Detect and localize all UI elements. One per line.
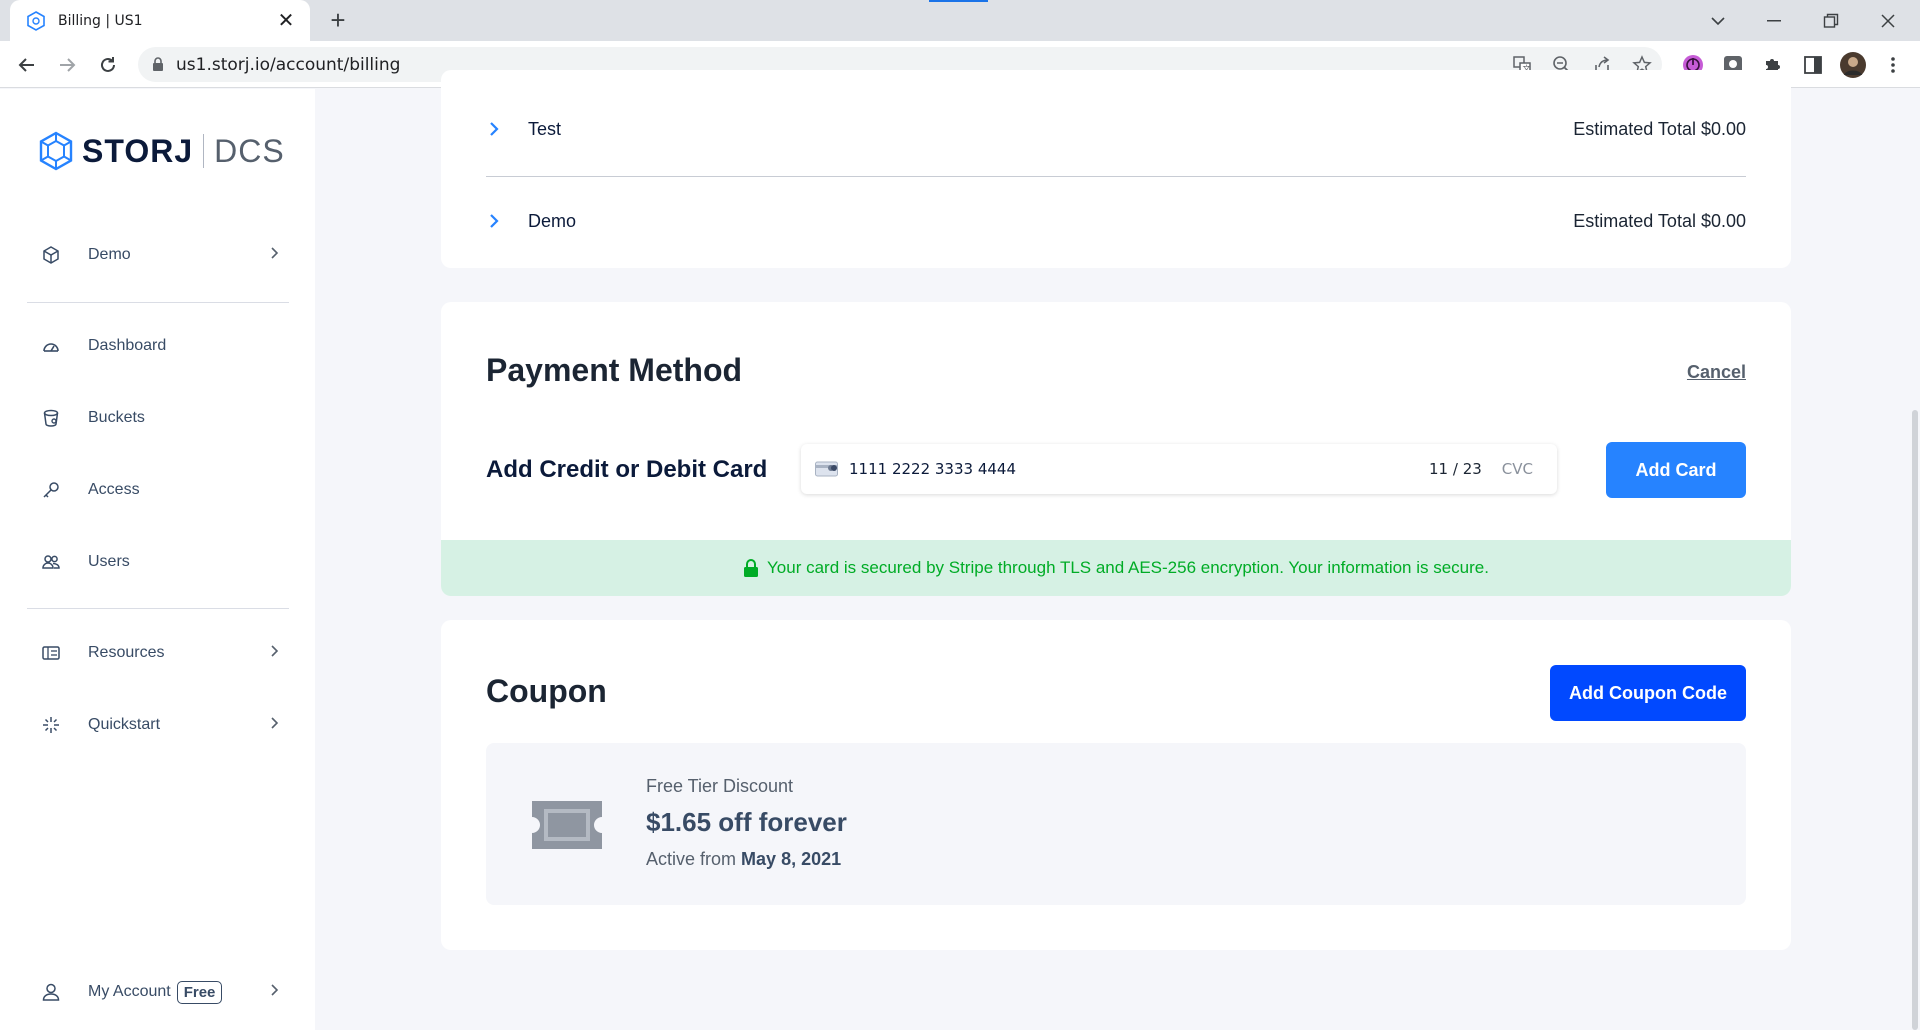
profile-avatar[interactable] bbox=[1838, 50, 1868, 80]
add-card-button[interactable]: Add Card bbox=[1606, 442, 1746, 498]
sidebar-item-access[interactable]: Access bbox=[0, 465, 315, 515]
new-tab-button[interactable]: + bbox=[325, 7, 351, 34]
close-window-icon[interactable] bbox=[1860, 0, 1916, 41]
coupon-card: Coupon Add Coupon Code Free Tier Discoun… bbox=[441, 620, 1791, 950]
project-estimated-total: Estimated Total $0.00 bbox=[1573, 118, 1746, 139]
chevron-right-icon bbox=[271, 984, 279, 996]
card-cvc-placeholder[interactable]: CVC bbox=[1502, 460, 1533, 478]
key-icon bbox=[40, 479, 62, 501]
storj-favicon-icon bbox=[27, 10, 45, 31]
forward-icon[interactable] bbox=[51, 49, 83, 81]
storj-logo-icon bbox=[39, 131, 73, 171]
project-estimated-total: Estimated Total $0.00 bbox=[1573, 210, 1746, 231]
brand-name: STORJ bbox=[82, 132, 194, 169]
browser-menu-icon[interactable] bbox=[1878, 50, 1908, 80]
sidebar-item-dashboard[interactable]: Dashboard bbox=[0, 321, 315, 371]
card-number-field[interactable]: 1111 2222 3333 4444 11 / 23 CVC bbox=[801, 444, 1557, 494]
product-name: DCS bbox=[214, 132, 285, 169]
project-selector[interactable]: Demo bbox=[0, 230, 315, 280]
sidebar-divider bbox=[27, 608, 289, 609]
payment-method-card: Payment Method Cancel Add Credit or Debi… bbox=[441, 302, 1791, 596]
sidebar-item-label: Resources bbox=[88, 644, 165, 661]
sidebar-item-users[interactable]: Users bbox=[0, 537, 315, 587]
project-charges-card: Test Estimated Total $0.00 Demo Estimate… bbox=[441, 70, 1791, 268]
restore-icon[interactable] bbox=[1803, 0, 1859, 41]
dashboard-icon bbox=[40, 335, 62, 357]
lock-icon bbox=[153, 57, 163, 71]
expand-chevron-icon bbox=[490, 122, 499, 136]
coupon-name: Free Tier Discount bbox=[646, 776, 794, 796]
expand-chevron-icon bbox=[490, 214, 499, 228]
active-coupon: Free Tier Discount $1.65 off forever Act… bbox=[486, 743, 1746, 905]
sidebar-item-quickstart[interactable]: Quickstart bbox=[0, 700, 315, 750]
sidebar-item-label: My Account bbox=[88, 983, 171, 1000]
sidebar-item-buckets[interactable]: Buckets bbox=[0, 393, 315, 443]
coupon-value: $1.65 off forever bbox=[646, 807, 847, 837]
coupon-title: Coupon bbox=[486, 673, 607, 709]
project-name: Demo bbox=[528, 210, 577, 231]
project-row-test[interactable]: Test Estimated Total $0.00 bbox=[486, 109, 1746, 149]
lock-icon bbox=[744, 559, 758, 577]
row-divider bbox=[486, 176, 1746, 177]
sidebar-item-label: Buckets bbox=[88, 409, 145, 426]
sidebar-item-label: Dashboard bbox=[88, 337, 167, 354]
coupon-active-date: May 8, 2021 bbox=[741, 849, 842, 869]
user-icon bbox=[40, 981, 62, 1003]
logo-separator bbox=[203, 134, 205, 168]
back-icon[interactable] bbox=[11, 49, 43, 81]
sidebar-divider bbox=[27, 302, 289, 303]
tab-title: Billing | US1 bbox=[58, 12, 143, 29]
quickstart-sparkle-icon bbox=[40, 714, 62, 736]
card-expiry-value[interactable]: 11 / 23 bbox=[1429, 460, 1482, 478]
credit-card-icon bbox=[815, 461, 838, 477]
security-notice-text: Your card is secured by Stripe through T… bbox=[767, 558, 1489, 577]
security-notice-banner: Your card is secured by Stripe through T… bbox=[441, 540, 1791, 596]
tab-close-icon[interactable]: ✕ bbox=[276, 8, 296, 33]
sidebar: STORJ DCS Demo Dashboard Buckets Access … bbox=[0, 89, 315, 1030]
users-icon bbox=[40, 551, 62, 573]
sidebar-item-my-account[interactable]: My Account Free bbox=[0, 967, 315, 1017]
project-name: Demo bbox=[88, 246, 131, 263]
project-row-demo[interactable]: Demo Estimated Total $0.00 bbox=[486, 201, 1746, 241]
bucket-icon bbox=[40, 407, 62, 429]
coupon-active-prefix: Active from bbox=[646, 849, 737, 869]
minimize-icon[interactable] bbox=[1746, 0, 1802, 41]
sidebar-item-resources[interactable]: Resources bbox=[0, 628, 315, 678]
url-text: us1.storj.io/account/billing bbox=[176, 54, 401, 75]
payment-method-title: Payment Method bbox=[486, 352, 743, 388]
chevron-right-icon bbox=[271, 717, 279, 729]
browser-tab-bar: Billing | US1 ✕ + bbox=[0, 0, 1920, 41]
add-coupon-code-button[interactable]: Add Coupon Code bbox=[1550, 665, 1746, 721]
side-panel-icon[interactable] bbox=[1798, 50, 1828, 80]
ticket-icon bbox=[532, 801, 602, 849]
card-number-value: 1111 2222 3333 4444 bbox=[849, 460, 1016, 478]
tab-search-indicator bbox=[929, 0, 988, 2]
chevron-right-icon bbox=[271, 247, 279, 259]
resources-icon bbox=[40, 642, 62, 664]
project-cube-icon bbox=[40, 244, 62, 266]
coupon-active-since: Active from May 8, 2021 bbox=[646, 849, 841, 870]
tab-search-icon[interactable] bbox=[1690, 0, 1746, 41]
storj-logo[interactable]: STORJ DCS bbox=[38, 131, 285, 171]
sidebar-item-label: Access bbox=[88, 481, 140, 498]
sidebar-item-label: Quickstart bbox=[88, 716, 161, 733]
sidebar-item-label: Users bbox=[88, 553, 130, 570]
add-card-label: Add Credit or Debit Card bbox=[486, 456, 768, 483]
reload-icon[interactable] bbox=[92, 49, 124, 81]
browser-tab[interactable]: Billing | US1 ✕ bbox=[10, 0, 310, 41]
cancel-link[interactable]: Cancel bbox=[1687, 362, 1746, 383]
plan-badge: Free bbox=[176, 980, 223, 1004]
scrollbar-thumb[interactable] bbox=[1912, 410, 1918, 1030]
project-name: Test bbox=[528, 118, 562, 139]
chevron-right-icon bbox=[271, 645, 279, 657]
